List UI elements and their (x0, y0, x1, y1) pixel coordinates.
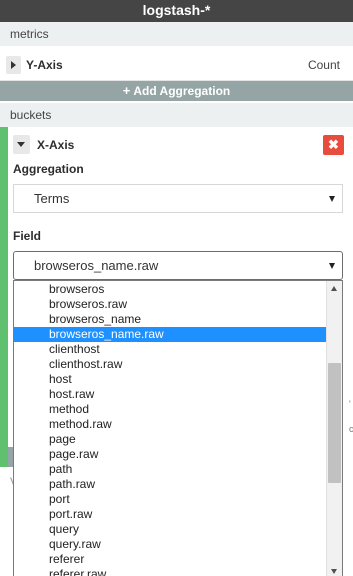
aggregation-label: Aggregation (13, 162, 84, 176)
x-axis-label: X-Axis (37, 138, 75, 152)
plus-icon: + (122, 83, 131, 98)
close-icon: ✖ (328, 137, 339, 152)
dropdown-option[interactable]: browseros.raw (14, 297, 327, 312)
add-aggregation-label: Add Aggregation (133, 84, 231, 98)
expand-toggle-icon[interactable] (6, 56, 21, 74)
dropdown-option[interactable]: port (14, 492, 327, 507)
dropdown-option[interactable]: port.raw (14, 507, 327, 522)
dropdown-scrollbar[interactable] (326, 281, 342, 576)
dropdown-option[interactable]: host.raw (14, 387, 327, 402)
dropdown-option[interactable]: host (14, 372, 327, 387)
scroll-down-icon[interactable] (331, 569, 337, 574)
bucket-accent-bar (0, 127, 8, 467)
dropdown-option[interactable]: clienthost (14, 342, 327, 357)
index-pattern-title: logstash-* (0, 0, 353, 22)
dropdown-option[interactable]: page (14, 432, 327, 447)
dropdown-options: browseros browseros.raw browseros_name brow… (14, 282, 327, 576)
scroll-up-icon[interactable] (331, 286, 337, 291)
dropdown-option[interactable]: query.raw (14, 537, 327, 552)
collapse-toggle-icon[interactable] (13, 135, 30, 154)
remove-bucket-button[interactable]: ✖ (323, 135, 344, 155)
metrics-section-header: metrics (0, 22, 353, 46)
aggregation-select-value: Terms (34, 191, 70, 206)
scroll-thumb[interactable] (328, 363, 341, 483)
dropdown-option[interactable]: method.raw (14, 417, 327, 432)
dropdown-option[interactable]: path.raw (14, 477, 327, 492)
dropdown-option[interactable]: method (14, 402, 327, 417)
chevron-down-icon (329, 196, 335, 202)
field-select[interactable]: browseros_name.raw (13, 251, 343, 280)
y-axis-value: Count (307, 58, 340, 72)
dropdown-option[interactable]: clienthost.raw (14, 357, 327, 372)
dropdown-option[interactable]: query (14, 522, 327, 537)
add-aggregation-button[interactable]: + Add Aggregation (0, 81, 353, 101)
dropdown-option[interactable]: path (14, 462, 327, 477)
field-label: Field (13, 229, 42, 243)
dropdown-option[interactable]: browseros_name.raw (14, 327, 327, 342)
buckets-section-header: buckets (0, 103, 353, 127)
field-dropdown-list[interactable]: browseros browseros.raw browseros_name brow… (13, 280, 343, 576)
dropdown-option[interactable]: referer (14, 552, 327, 567)
dropdown-option[interactable]: referer.raw (14, 567, 327, 576)
chevron-down-icon (329, 263, 335, 269)
y-axis-row[interactable]: Y-Axis Count (0, 50, 353, 81)
dropdown-option[interactable]: page.raw (14, 447, 327, 462)
y-axis-label: Y-Axis (26, 58, 63, 72)
edge-mark: ' (349, 399, 351, 409)
dropdown-option[interactable]: browseros (14, 282, 327, 297)
edge-mark: c (349, 424, 353, 434)
aggregation-select[interactable]: Terms (13, 184, 343, 213)
field-select-value: browseros_name.raw (34, 258, 159, 273)
dropdown-option[interactable]: browseros_name (14, 312, 327, 327)
